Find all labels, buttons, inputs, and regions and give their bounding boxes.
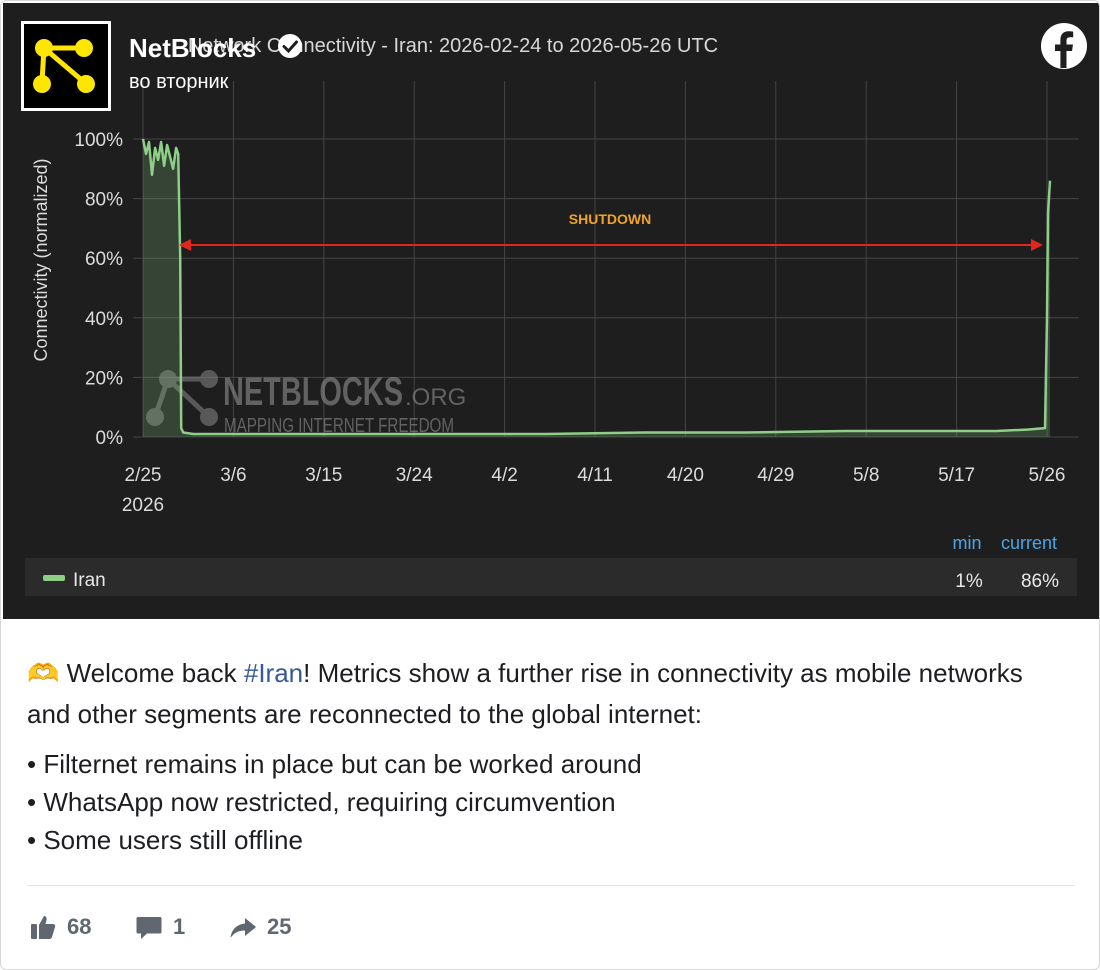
x-tick-label: 2/25 — [125, 465, 162, 486]
bullet-item: • Some users still offline — [27, 825, 303, 855]
x-year-label: 2026 — [122, 495, 164, 516]
watermark: NETBLOCKS .ORG MAPPING INTERNET FREEDOM — [146, 370, 466, 437]
y-tick-label: 60% — [85, 249, 123, 270]
legend-min-value: 1% — [955, 571, 983, 592]
share-icon — [230, 918, 256, 938]
y-tick-label: 40% — [85, 309, 123, 330]
y-tick-label: 0% — [96, 428, 124, 449]
share-count: 25 — [267, 914, 292, 939]
like-count-button[interactable]: 68 — [29, 907, 91, 947]
shutdown-label: SHUTDOWN — [569, 211, 651, 227]
watermark-brand: NETBLOCKS — [223, 370, 403, 414]
netblocks-logo-icon — [33, 39, 95, 93]
facebook-icon[interactable] — [1040, 22, 1088, 70]
x-tick-label: 4/2 — [491, 465, 517, 486]
author-name[interactable]: NetBlocks — [129, 33, 256, 64]
x-tick-label: 5/26 — [1029, 465, 1066, 486]
chart-title: Network Connectivity - Iran: 2026-02-24 … — [188, 35, 718, 57]
x-tick-label: 3/24 — [396, 465, 433, 486]
legend-series-name: Iran — [73, 570, 106, 591]
post-body-intro: 🫶 Welcome back — [27, 658, 244, 688]
thumbs-up-icon — [31, 916, 56, 939]
bullet-item: • WhatsApp now restricted, requiring cir… — [27, 787, 616, 817]
author-avatar[interactable] — [21, 21, 111, 111]
x-tick-label: 3/6 — [220, 465, 246, 486]
watermark-suffix: .ORG — [405, 384, 466, 411]
bullet-item: • Filternet remains in place but can be … — [27, 749, 642, 779]
post-bullet-list: • Filternet remains in place but can be … — [27, 745, 642, 859]
x-tick-label: 4/11 — [577, 465, 613, 486]
post-body: 🫶 Welcome back #Iran! Metrics show a fur… — [27, 653, 1067, 735]
y-axis-label: Connectivity (normalized) — [31, 158, 51, 361]
post-card: Network Connectivity - Iran: 2026-02-24 … — [0, 0, 1100, 970]
legend-current-value: 86% — [1021, 571, 1059, 592]
x-tick-label: 5/8 — [853, 465, 879, 486]
post-timestamp[interactable]: во вторник — [129, 71, 228, 94]
x-tick-label: 4/29 — [757, 465, 794, 486]
shutdown-annotation: SHUTDOWN — [179, 211, 1043, 251]
x-tick-label: 3/15 — [305, 465, 342, 486]
x-tick-label: 4/20 — [667, 465, 704, 486]
like-count: 68 — [67, 914, 92, 939]
hashtag-link[interactable]: #Iran — [244, 658, 303, 688]
legend-header-min: min — [952, 533, 981, 553]
comment-icon — [136, 917, 162, 939]
shutdown-arrow-right-head — [1031, 239, 1043, 251]
y-tick-label: 100% — [74, 130, 123, 151]
legend-header-current: current — [1001, 533, 1057, 553]
x-tick-label: 5/17 — [938, 465, 975, 486]
chart-image[interactable]: Network Connectivity - Iran: 2026-02-24 … — [3, 3, 1099, 619]
verified-badge-icon — [278, 34, 302, 58]
divider — [27, 885, 1075, 886]
y-tick-label: 80% — [85, 190, 123, 211]
chart-legend: min current Iran 1% 86% — [25, 533, 1077, 596]
legend-row-bg — [25, 558, 1077, 596]
y-tick-label: 20% — [85, 368, 123, 389]
comment-count: 1 — [173, 914, 186, 939]
comment-count-button[interactable]: 1 — [135, 907, 185, 947]
share-count-button[interactable]: 25 — [229, 907, 291, 947]
legend-swatch — [43, 575, 65, 581]
connectivity-chart: Network Connectivity - Iran: 2026-02-24 … — [25, 35, 1079, 596]
